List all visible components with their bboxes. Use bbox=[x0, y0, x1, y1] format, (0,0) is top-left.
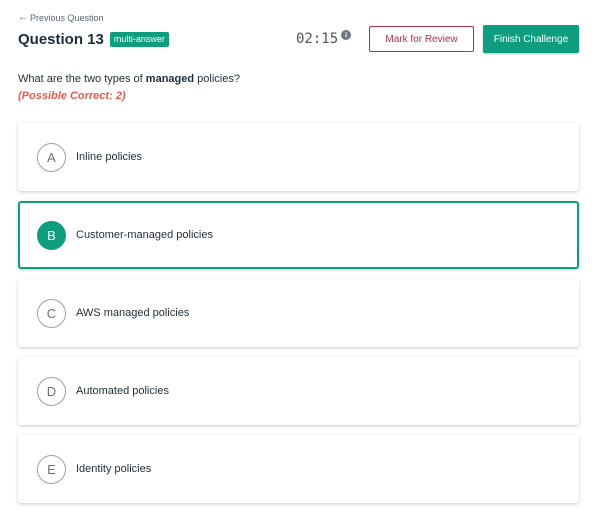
answer-option-a[interactable]: A Inline policies bbox=[18, 123, 579, 191]
answer-option-d[interactable]: D Automated policies bbox=[18, 357, 579, 425]
question-type-badge: multi-answer bbox=[109, 32, 169, 47]
option-label: Customer-managed policies bbox=[76, 229, 213, 241]
option-letter: B bbox=[37, 220, 66, 250]
countdown-timer: 02:15 i bbox=[296, 30, 352, 47]
finish-challenge-button[interactable]: Finish Challenge bbox=[483, 25, 579, 53]
answer-option-c[interactable]: C AWS managed policies bbox=[18, 279, 579, 347]
answer-option-b[interactable]: B Customer-managed policies bbox=[18, 201, 579, 269]
timer-value: 02:15 bbox=[296, 31, 339, 47]
question-header: Question 13 multi-answer bbox=[18, 31, 169, 48]
option-label: Inline policies bbox=[76, 151, 143, 163]
previous-question-label: Previous Question bbox=[30, 13, 104, 23]
prompt-text-before: What are the two types of bbox=[18, 73, 146, 85]
option-letter: E bbox=[37, 454, 66, 484]
question-prompt: What are the two types of managed polici… bbox=[18, 73, 240, 85]
option-label: AWS managed policies bbox=[76, 307, 190, 319]
previous-question-link[interactable]: ← Previous Question bbox=[18, 12, 104, 24]
answer-option-e[interactable]: E Identity policies bbox=[18, 435, 579, 503]
question-title: Question 13 bbox=[18, 31, 104, 48]
prompt-text-after: policies? bbox=[194, 73, 240, 85]
mark-for-review-button[interactable]: Mark for Review bbox=[369, 26, 474, 52]
option-label: Automated policies bbox=[76, 385, 169, 397]
option-letter: C bbox=[37, 298, 66, 328]
info-icon[interactable]: i bbox=[341, 30, 352, 40]
prompt-text-bold: managed bbox=[145, 73, 195, 85]
option-letter: D bbox=[37, 376, 66, 406]
possible-correct-note: (Possible Correct: 2) bbox=[18, 90, 126, 102]
option-label: Identity policies bbox=[76, 463, 152, 475]
option-letter: A bbox=[37, 142, 66, 172]
arrow-left-icon: ← bbox=[18, 12, 28, 23]
